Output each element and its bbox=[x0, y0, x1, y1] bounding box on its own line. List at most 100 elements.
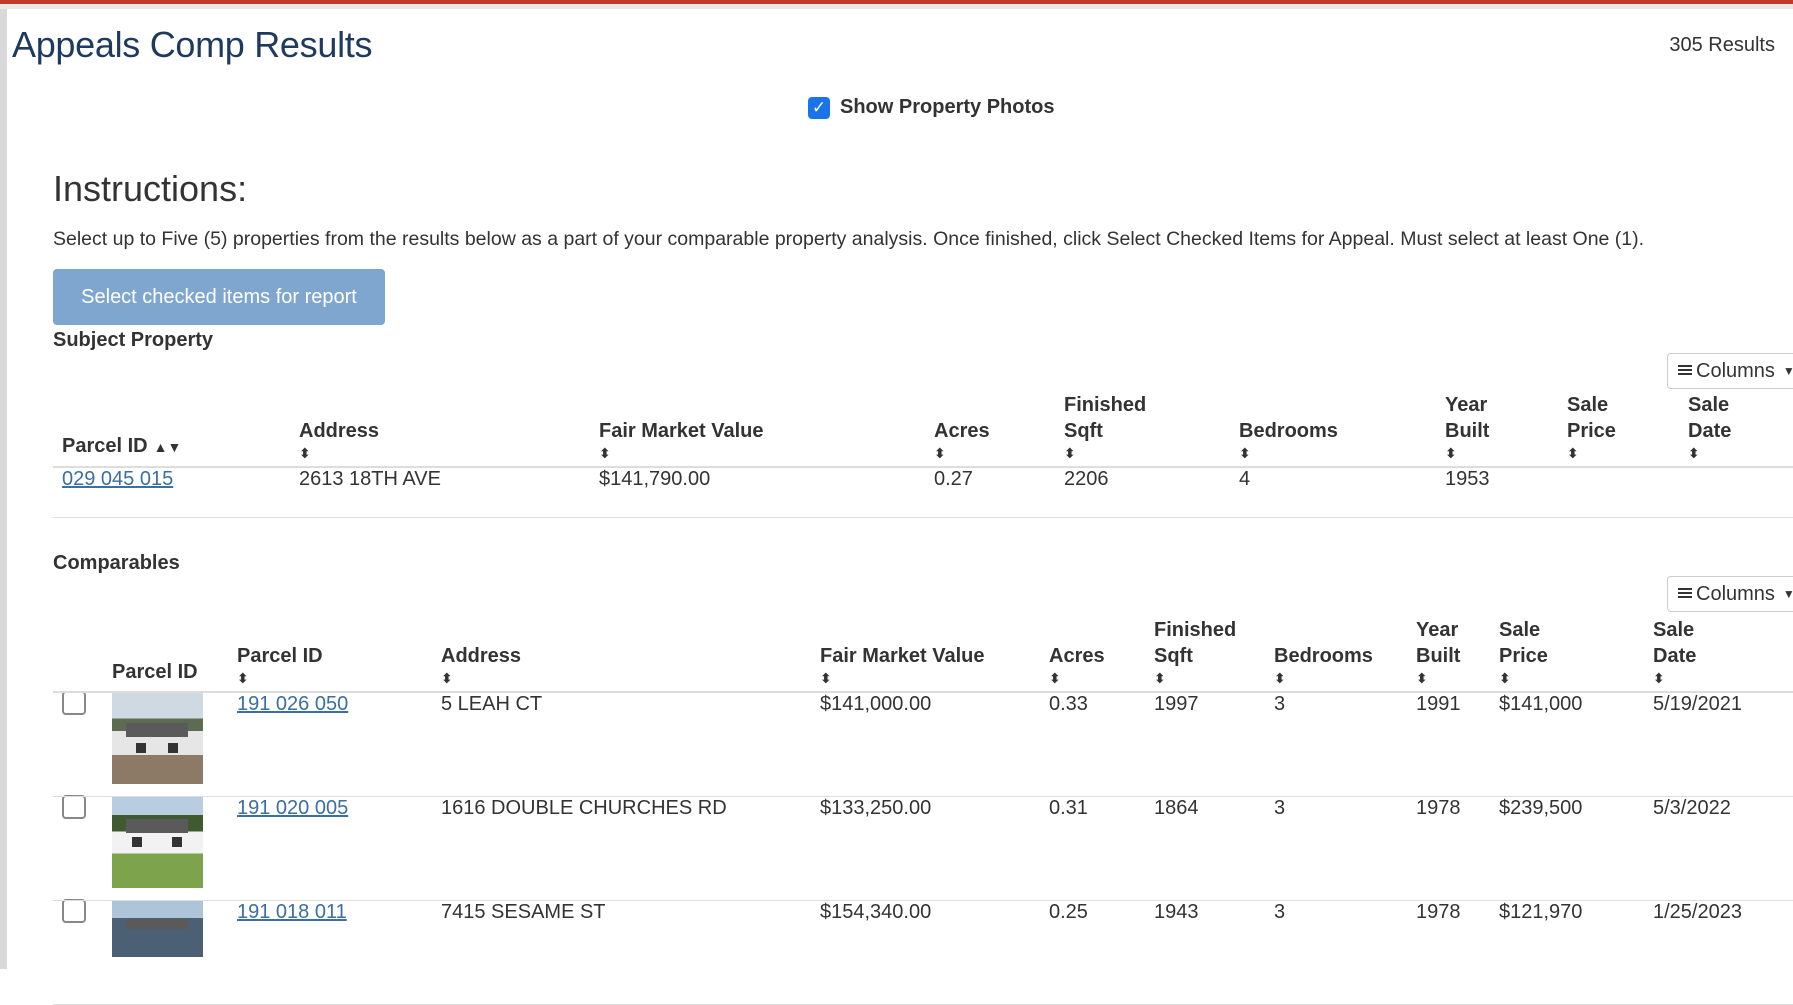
subject-year-built: 1953 bbox=[1445, 467, 1567, 518]
show-photos-toggle[interactable]: ✓ Show Property Photos bbox=[808, 96, 1054, 119]
cell-bedrooms: 3 bbox=[1274, 796, 1416, 901]
cell-bedrooms: 3 bbox=[1274, 692, 1416, 797]
cell-year-built: 1978 bbox=[1416, 900, 1499, 1005]
row-select-checkbox[interactable] bbox=[62, 691, 86, 715]
cell-year-built: 1991 bbox=[1416, 692, 1499, 797]
col-header-acres[interactable]: Acres ⬍ bbox=[934, 392, 1064, 468]
col-header-sale-date[interactable]: Sale Date ⬍ bbox=[1653, 617, 1793, 693]
comparables-columns-label: Columns bbox=[1696, 582, 1775, 605]
property-photo bbox=[112, 900, 203, 957]
subject-bedrooms: 4 bbox=[1239, 467, 1445, 518]
subject-header-row: Parcel ID ▲▼ Address ⬍ Fair Market Value ⬍ … bbox=[53, 392, 1793, 468]
cell-sqft: 1943 bbox=[1154, 900, 1274, 1005]
chevron-down-icon: ▼ bbox=[1782, 587, 1793, 601]
cell-sale-price: $239,500 bbox=[1499, 796, 1653, 901]
instructions-heading: Instructions: bbox=[53, 168, 248, 209]
subject-columns-button[interactable]: Columns ▼ bbox=[1667, 353, 1793, 389]
cell-address: 1616 DOUBLE CHURCHES RD bbox=[441, 796, 820, 901]
sort-icon: ⬍ bbox=[299, 445, 311, 461]
col-header-fmv[interactable]: Fair Market Value ⬍ bbox=[599, 392, 934, 468]
cell-sale-price: $141,000 bbox=[1499, 692, 1653, 797]
col-header-sale-date[interactable]: Sale Date ⬍ bbox=[1688, 392, 1793, 468]
row-select-checkbox[interactable] bbox=[62, 794, 86, 819]
col-header-select bbox=[53, 617, 112, 693]
table-row: 191 018 011 7415 SESAME ST $154,340.00 0… bbox=[53, 898, 1793, 1005]
cell-sale-date: 5/3/2022 bbox=[1653, 796, 1793, 901]
sort-icon: ⬍ bbox=[1274, 670, 1286, 686]
comparables-table: Parcel ID Parcel ID ⬍ Address ⬍ Fair Marke… bbox=[53, 617, 1793, 1005]
comparables-columns-button[interactable]: Columns ▼ bbox=[1667, 576, 1793, 612]
cell-sqft: 1864 bbox=[1154, 796, 1274, 901]
page-title: Appeals Comp Results bbox=[12, 24, 373, 65]
comparables-label: Comparables bbox=[53, 552, 180, 574]
parcel-link[interactable]: 191 020 005 bbox=[237, 797, 348, 819]
sort-icon: ⬍ bbox=[1049, 670, 1061, 686]
cell-address: 7415 SESAME ST bbox=[441, 900, 820, 1005]
sort-icon: ⬍ bbox=[934, 445, 946, 461]
list-icon bbox=[1678, 588, 1692, 600]
sort-icon: ⬍ bbox=[441, 670, 453, 686]
list-icon bbox=[1678, 365, 1692, 377]
col-header-year-built[interactable]: Year Built ⬍ bbox=[1416, 617, 1499, 693]
col-header-finished-sqft[interactable]: Finished Sqft ⬍ bbox=[1064, 392, 1239, 468]
sort-icon: ⬍ bbox=[820, 670, 832, 686]
col-header-sale-price[interactable]: Sale Price ⬍ bbox=[1567, 392, 1688, 468]
table-row: 191 020 005 1616 DOUBLE CHURCHES RD $133… bbox=[53, 794, 1793, 901]
sort-icon: ⬍ bbox=[1416, 670, 1428, 686]
subject-fmv: $141,790.00 bbox=[599, 467, 934, 518]
show-photos-label: Show Property Photos bbox=[840, 96, 1055, 118]
select-checked-items-button[interactable]: Select checked items for report bbox=[53, 269, 385, 325]
sort-icon: ⬍ bbox=[599, 445, 611, 461]
cell-acres: 0.31 bbox=[1049, 796, 1154, 901]
col-header-parcel-id[interactable]: Parcel ID ⬍ bbox=[237, 617, 441, 693]
parcel-link[interactable]: 191 026 050 bbox=[237, 693, 348, 715]
sort-icon: ⬍ bbox=[1154, 670, 1166, 686]
top-accent-bar bbox=[0, 0, 1793, 9]
comparables-header-row: Parcel ID Parcel ID ⬍ Address ⬍ Fair Marke… bbox=[53, 617, 1793, 693]
cell-address: 5 LEAH CT bbox=[441, 692, 820, 797]
col-header-year-built[interactable]: Year Built ⬍ bbox=[1445, 392, 1567, 468]
left-edge-rule bbox=[0, 9, 7, 969]
sort-icon: ⬍ bbox=[1239, 445, 1251, 461]
sort-icon: ⬍ bbox=[237, 670, 249, 686]
table-row: 191 026 050 5 LEAH CT $141,000.00 0.33 1… bbox=[53, 691, 1793, 797]
col-header-acres[interactable]: Acres ⬍ bbox=[1049, 617, 1154, 693]
col-header-bedrooms[interactable]: Bedrooms ⬍ bbox=[1239, 392, 1445, 468]
cell-acres: 0.33 bbox=[1049, 692, 1154, 797]
property-photo bbox=[112, 796, 203, 888]
sort-icon: ⬍ bbox=[1064, 445, 1076, 461]
sort-icon: ⬍ bbox=[1567, 445, 1579, 461]
col-header-bedrooms[interactable]: Bedrooms ⬍ bbox=[1274, 617, 1416, 693]
subject-address: 2613 18TH AVE bbox=[299, 467, 599, 518]
cell-sale-date: 1/25/2023 bbox=[1653, 900, 1793, 1005]
col-header-address[interactable]: Address ⬍ bbox=[441, 617, 820, 693]
show-photos-checkbox[interactable]: ✓ bbox=[808, 96, 830, 119]
col-header-parcel-id[interactable]: Parcel ID ▲▼ bbox=[53, 392, 299, 468]
col-header-sale-price[interactable]: Sale Price ⬍ bbox=[1499, 617, 1653, 693]
subject-sqft: 2206 bbox=[1064, 467, 1239, 518]
cell-fmv: $141,000.00 bbox=[820, 692, 1049, 797]
instructions-text: Select up to Five (5) properties from th… bbox=[53, 228, 1645, 250]
property-photo bbox=[112, 693, 203, 784]
subject-acres: 0.27 bbox=[934, 467, 1064, 518]
col-header-fmv[interactable]: Fair Market Value ⬍ bbox=[820, 617, 1049, 693]
subject-parcel-link[interactable]: 029 045 015 bbox=[62, 468, 173, 490]
sort-icon: ⬍ bbox=[1653, 670, 1665, 686]
cell-bedrooms: 3 bbox=[1274, 900, 1416, 1005]
row-select-checkbox[interactable] bbox=[62, 898, 86, 923]
chevron-down-icon: ▼ bbox=[1782, 364, 1793, 378]
parcel-link[interactable]: 191 018 011 bbox=[237, 901, 347, 923]
col-header-address[interactable]: Address ⬍ bbox=[299, 392, 599, 468]
cell-fmv: $154,340.00 bbox=[820, 900, 1049, 1005]
cell-fmv: $133,250.00 bbox=[820, 796, 1049, 901]
cell-sale-date: 5/19/2021 bbox=[1653, 692, 1793, 797]
results-count: 305 Results bbox=[1669, 34, 1775, 56]
col-header-finished-sqft[interactable]: Finished Sqft ⬍ bbox=[1154, 617, 1274, 693]
cell-sqft: 1997 bbox=[1154, 692, 1274, 797]
col-header-photo: Parcel ID bbox=[112, 617, 237, 693]
cell-sale-price: $121,970 bbox=[1499, 900, 1653, 1005]
subject-row: 029 045 015 2613 18TH AVE $141,790.00 0.… bbox=[53, 467, 1793, 518]
cell-acres: 0.25 bbox=[1049, 900, 1154, 1005]
sort-icon: ⬍ bbox=[1499, 670, 1511, 686]
sort-icon: ⬍ bbox=[1445, 445, 1457, 461]
